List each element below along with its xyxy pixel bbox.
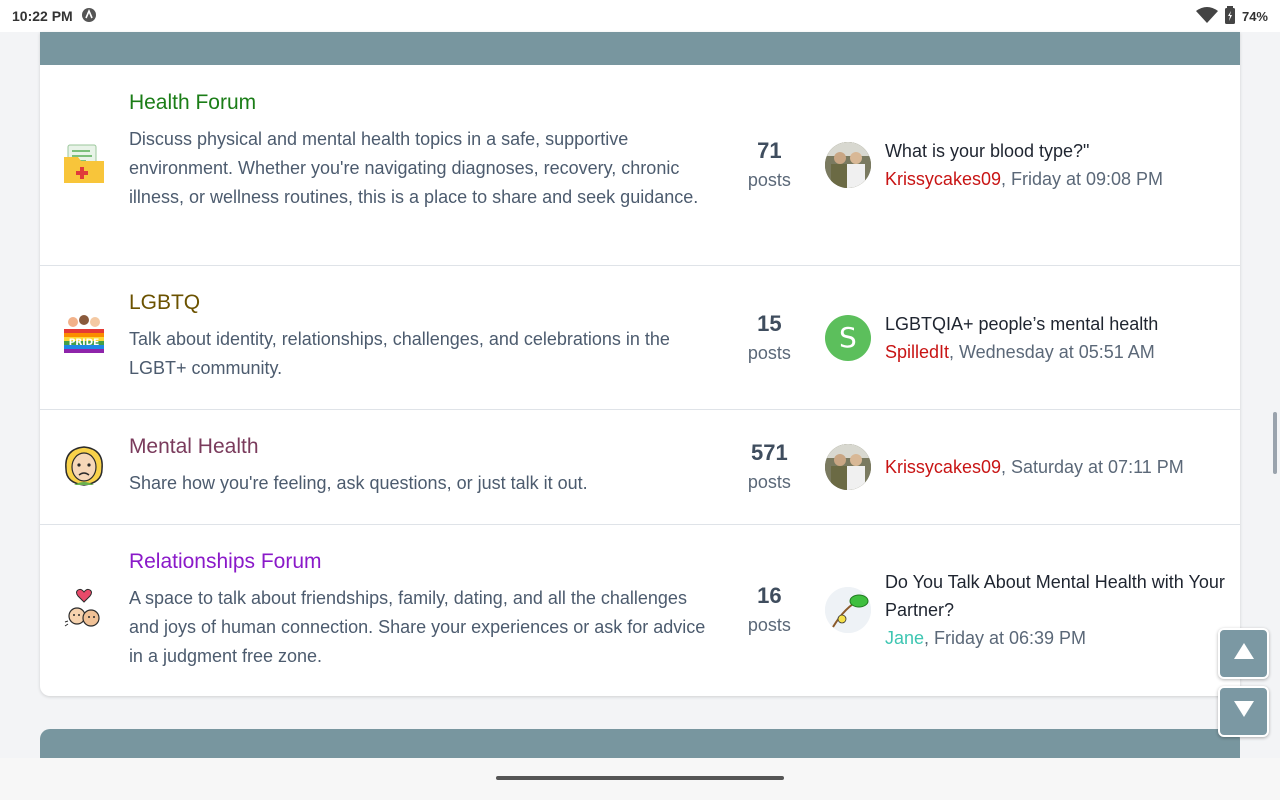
forum-description: Talk about identity, relationships, chal… bbox=[128, 329, 670, 378]
forum-list-card: Health Forum Discuss physical and mental… bbox=[40, 32, 1240, 696]
system-nav-bar bbox=[0, 758, 1280, 800]
last-post-time: , Saturday at 07:11 PM bbox=[1000, 457, 1184, 477]
accessibility-status-icon bbox=[81, 7, 97, 26]
last-post-time: , Friday at 09:08 PM bbox=[1000, 169, 1164, 189]
stressed-face-icon bbox=[62, 443, 106, 492]
last-post-time: , Wednesday at 05:51 AM bbox=[948, 341, 1155, 362]
last-post-time: , Friday at 06:39 PM bbox=[923, 628, 1087, 648]
forum-title-health[interactable]: Health Forum bbox=[129, 91, 722, 115]
forum-title-mental-health[interactable]: Mental Health bbox=[129, 435, 722, 459]
post-count-label: posts bbox=[747, 615, 791, 635]
page-scrollbar[interactable] bbox=[1273, 412, 1277, 474]
forum-row-mental-health: Mental Health Share how you're feeling, … bbox=[40, 410, 1240, 525]
scroll-down-button[interactable] bbox=[1218, 686, 1269, 737]
battery-percent: 74% bbox=[1241, 8, 1268, 24]
last-post: Do You Talk About Mental Health with You… bbox=[824, 525, 1240, 695]
post-count-number: 15 bbox=[757, 310, 782, 336]
post-count-number: 571 bbox=[751, 440, 788, 465]
medical-folder-icon bbox=[62, 143, 106, 190]
post-count-label: posts bbox=[747, 472, 791, 492]
last-post: Krissycakes09, Saturday at 07:11 PM bbox=[824, 410, 1240, 524]
forum-description: Discuss physical and mental health topic… bbox=[128, 129, 699, 207]
post-count-number: 71 bbox=[757, 138, 782, 163]
avatar[interactable] bbox=[824, 444, 871, 490]
scroll-up-button[interactable] bbox=[1218, 628, 1269, 679]
triangle-down-icon bbox=[1233, 700, 1255, 723]
avatar[interactable] bbox=[824, 142, 871, 188]
last-post-title[interactable]: LGBTQIA+ people’s mental health bbox=[885, 310, 1158, 338]
post-count: 571 posts bbox=[731, 410, 808, 524]
last-post: What is your blood type?" Krissycakes09,… bbox=[824, 65, 1240, 265]
last-post: S LGBTQIA+ people’s mental health Spille… bbox=[824, 266, 1240, 409]
last-post-title[interactable]: Do You Talk About Mental Health with You… bbox=[885, 568, 1240, 624]
forum-description: Share how you're feeling, ask questions,… bbox=[128, 473, 588, 493]
forum-description: A space to talk about friendships, famil… bbox=[128, 588, 706, 666]
forum-row-relationships: Relationships Forum A space to talk abou… bbox=[40, 525, 1240, 695]
forum-row-lgbtq: PRIDE LGBTQ Talk about identity, relatio… bbox=[40, 266, 1240, 410]
home-gesture-handle[interactable] bbox=[496, 776, 784, 780]
forum-title-relationships[interactable]: Relationships Forum bbox=[129, 550, 722, 574]
status-bar: 10:22 PM 74% bbox=[0, 0, 1280, 32]
post-count-number: 16 bbox=[757, 583, 782, 608]
battery-icon bbox=[1224, 5, 1236, 27]
post-count: 15 posts bbox=[731, 266, 808, 409]
status-time: 10:22 PM bbox=[12, 8, 73, 24]
last-post-user[interactable]: Krissycakes09 bbox=[885, 457, 1001, 477]
last-post-user[interactable]: SpilledIt bbox=[885, 342, 949, 362]
couple-heart-icon bbox=[62, 588, 106, 637]
svg-text:PRIDE: PRIDE bbox=[69, 338, 100, 348]
forum-title-lgbtq[interactable]: LGBTQ bbox=[129, 291, 722, 315]
post-count-label: posts bbox=[747, 170, 791, 190]
avatar-letter: S bbox=[839, 321, 857, 354]
last-post-user[interactable]: Jane bbox=[885, 628, 924, 648]
forum-row-health: Health Forum Discuss physical and mental… bbox=[40, 65, 1240, 266]
pride-icon: PRIDE bbox=[62, 314, 106, 359]
triangle-up-icon bbox=[1233, 642, 1255, 665]
last-post-title[interactable]: What is your blood type?" bbox=[885, 137, 1163, 165]
avatar[interactable]: S bbox=[824, 314, 871, 361]
wifi-icon bbox=[1195, 6, 1218, 26]
post-count: 71 posts bbox=[731, 65, 808, 265]
post-count-label: posts bbox=[747, 342, 791, 363]
post-count: 16 posts bbox=[731, 525, 808, 695]
forum-list-header bbox=[40, 32, 1240, 65]
last-post-user[interactable]: Krissycakes09 bbox=[885, 169, 1001, 189]
avatar[interactable] bbox=[824, 587, 871, 633]
